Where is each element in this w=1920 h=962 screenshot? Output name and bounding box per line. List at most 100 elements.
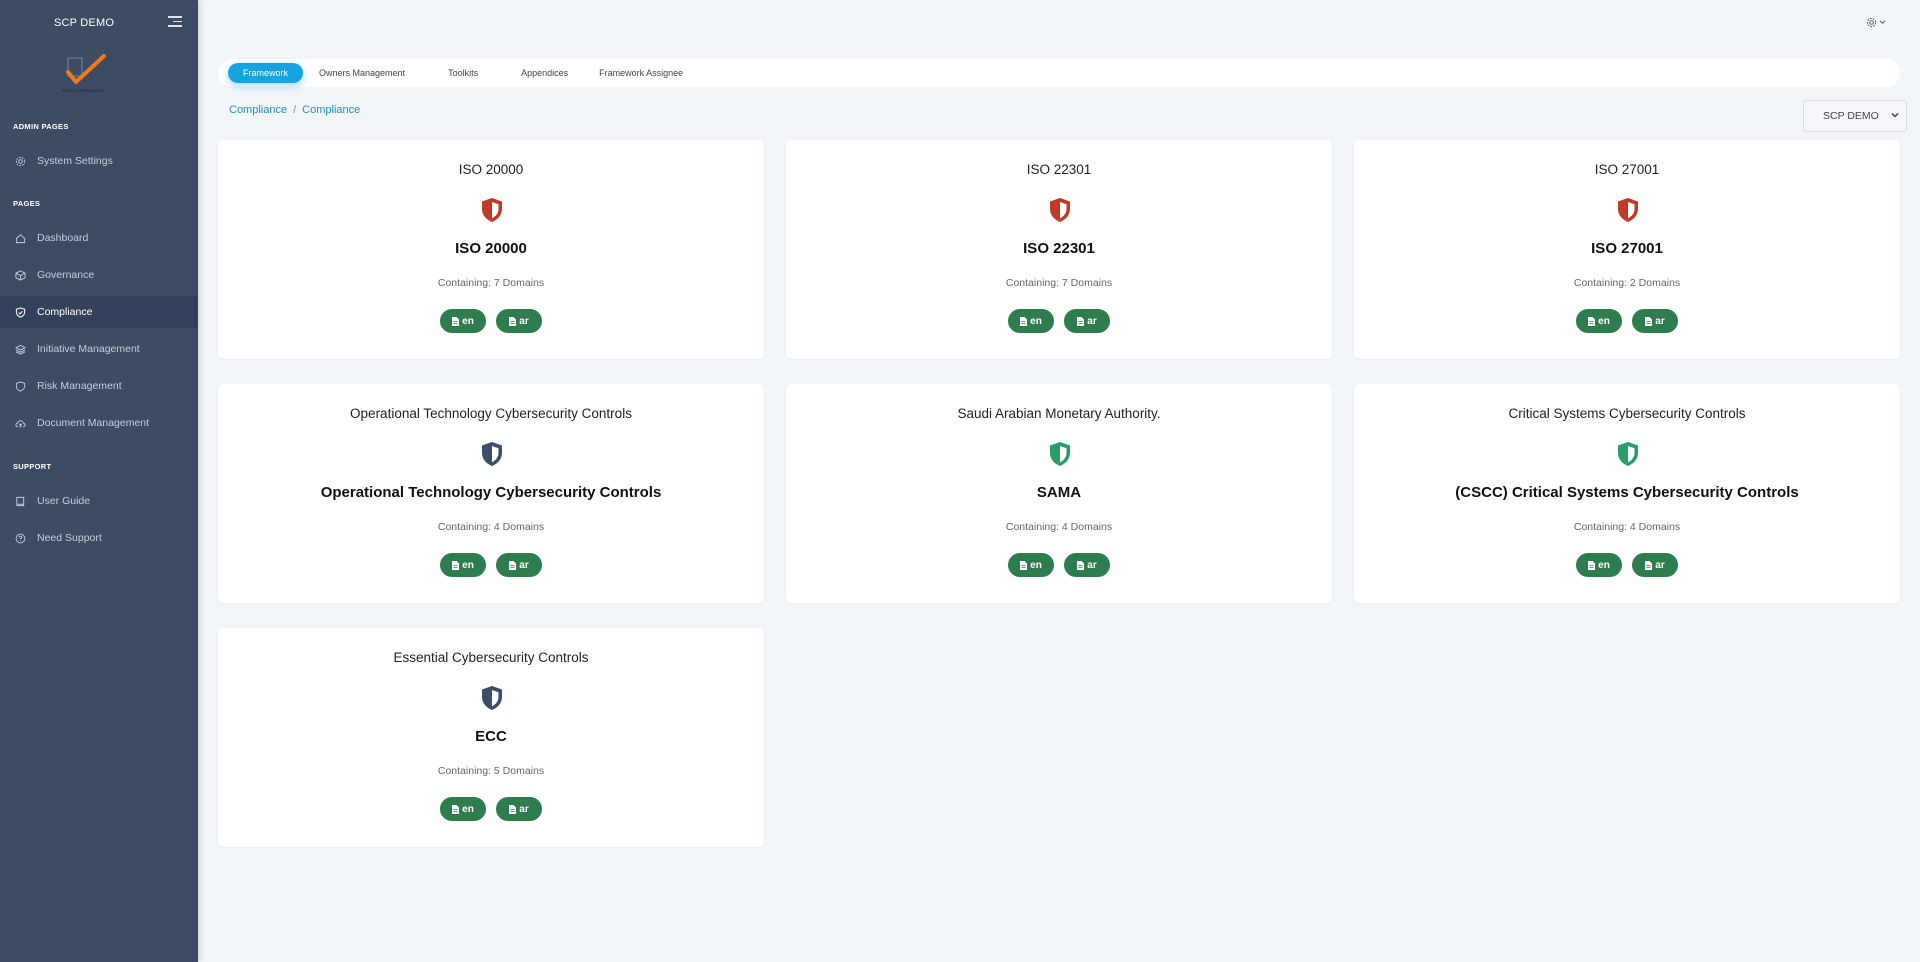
tab-toolkits[interactable]: Toolkits bbox=[433, 63, 493, 83]
framework-card-name: SAMA bbox=[1036, 484, 1082, 501]
download-en-button[interactable]: en bbox=[440, 553, 486, 577]
breadcrumb-separator: / bbox=[293, 104, 297, 116]
framework-card-title: Saudi Arabian Monetary Authority. bbox=[957, 406, 1161, 421]
download-ar-label: ar bbox=[1655, 315, 1665, 327]
download-en-button[interactable]: en bbox=[440, 309, 486, 333]
shield-icon bbox=[482, 198, 502, 222]
gear-icon bbox=[1866, 17, 1877, 27]
sidebar-item-label: Risk Management bbox=[37, 380, 122, 392]
breadcrumb: Compliance / Compliance bbox=[229, 104, 360, 116]
download-en-button[interactable]: en bbox=[1008, 309, 1054, 333]
download-ar-button[interactable]: ar bbox=[1632, 553, 1678, 577]
framework-card-title: ISO 20000 bbox=[458, 162, 524, 177]
framework-card-name: ECC bbox=[475, 728, 507, 745]
organization-select[interactable]: SCP DEMO bbox=[1803, 100, 1907, 132]
sidebar-item-user-guide[interactable]: User Guide bbox=[0, 485, 198, 517]
framework-card[interactable]: ISO 27001 ISO 27001 Containing: 2 Domain… bbox=[1354, 140, 1900, 359]
sidebar-item-label: Dashboard bbox=[37, 232, 89, 244]
download-ar-button[interactable]: ar bbox=[1064, 309, 1110, 333]
logo-text: SAFE COMPLIANCE bbox=[62, 88, 104, 93]
home-icon bbox=[15, 233, 26, 244]
box-icon bbox=[15, 269, 26, 281]
file-icon bbox=[509, 316, 517, 326]
download-en-button[interactable]: en bbox=[1576, 309, 1622, 333]
shield-icon bbox=[482, 686, 502, 710]
download-ar-label: ar bbox=[1087, 559, 1097, 571]
framework-card[interactable]: Essential Cybersecurity Controls ECC Con… bbox=[218, 628, 764, 847]
shield-icon bbox=[1050, 442, 1070, 466]
framework-card-actions: en ar bbox=[1354, 553, 1900, 577]
framework-domain-count: Containing: 7 Domains bbox=[437, 277, 545, 289]
download-en-label: en bbox=[1598, 315, 1610, 327]
framework-card-name: ISO 20000 bbox=[455, 240, 527, 257]
sidebar-item-label: Document Management bbox=[37, 417, 150, 429]
file-icon bbox=[1020, 316, 1028, 326]
file-icon bbox=[1588, 316, 1596, 326]
download-en-button[interactable]: en bbox=[1576, 553, 1622, 577]
framework-card-name: (CSCC) Critical Systems Cybersecurity Co… bbox=[1455, 484, 1799, 501]
section-support: SUPPORT bbox=[13, 462, 52, 471]
framework-card-name: Operational Technology Cybersecurity Con… bbox=[320, 484, 662, 501]
sidebar-item-compliance[interactable]: Compliance bbox=[0, 296, 198, 328]
download-ar-button[interactable]: ar bbox=[1064, 553, 1110, 577]
framework-card[interactable]: Operational Technology Cybersecurity Con… bbox=[218, 384, 764, 603]
sidebar: SCP DEMO SAFE COMPLIANCE ADMIN PAGES Sys… bbox=[0, 0, 198, 962]
file-icon bbox=[509, 560, 517, 570]
section-admin: ADMIN PAGES bbox=[13, 122, 69, 131]
file-icon bbox=[1077, 316, 1085, 326]
download-ar-button[interactable]: ar bbox=[1632, 309, 1678, 333]
download-ar-label: ar bbox=[1655, 559, 1665, 571]
download-ar-button[interactable]: ar bbox=[496, 797, 542, 821]
file-icon bbox=[452, 316, 460, 326]
sidebar-header: SCP DEMO bbox=[0, 0, 198, 46]
file-icon bbox=[1645, 560, 1653, 570]
tab-appendices[interactable]: Appendices bbox=[506, 63, 583, 83]
breadcrumb-current[interactable]: Compliance bbox=[302, 104, 360, 116]
sidebar-item-document-management[interactable]: Document Management bbox=[0, 407, 198, 439]
download-en-label: en bbox=[462, 803, 474, 815]
organization-select-value: SCP DEMO bbox=[1823, 110, 1879, 122]
framework-card[interactable]: ISO 20000 ISO 20000 Containing: 7 Domain… bbox=[218, 140, 764, 359]
sidebar-item-risk-management[interactable]: Risk Management bbox=[0, 370, 198, 402]
gear-icon bbox=[15, 156, 26, 167]
sidebar-item-governance[interactable]: Governance bbox=[0, 259, 198, 291]
sidebar-item-dashboard[interactable]: Dashboard bbox=[0, 222, 198, 254]
download-en-label: en bbox=[1030, 315, 1042, 327]
download-ar-label: ar bbox=[519, 559, 529, 571]
breadcrumb-link[interactable]: Compliance bbox=[229, 104, 287, 116]
file-icon bbox=[1588, 560, 1596, 570]
download-en-button[interactable]: en bbox=[1008, 553, 1054, 577]
sidebar-item-system-settings[interactable]: System Settings bbox=[0, 145, 198, 177]
settings-dropdown[interactable] bbox=[1866, 15, 1888, 29]
tab-framework-assignee[interactable]: Framework Assignee bbox=[584, 63, 698, 83]
sidebar-item-need-support[interactable]: Need Support bbox=[0, 522, 198, 554]
tab-owners-management[interactable]: Owners Management bbox=[304, 63, 420, 83]
framework-card-actions: en ar bbox=[218, 309, 764, 333]
menu-toggle-icon[interactable] bbox=[168, 16, 182, 28]
sidebar-item-label: Need Support bbox=[37, 532, 102, 544]
file-icon bbox=[452, 560, 460, 570]
framework-domain-count: Containing: 4 Domains bbox=[1005, 521, 1113, 533]
chevron-down-icon bbox=[1879, 20, 1886, 25]
file-icon bbox=[509, 804, 517, 814]
shield-icon bbox=[1618, 198, 1638, 222]
sidebar-item-label: System Settings bbox=[37, 155, 113, 167]
framework-card-title: Essential Cybersecurity Controls bbox=[393, 650, 589, 665]
tab-framework[interactable]: Framework bbox=[228, 63, 304, 83]
framework-card[interactable]: Critical Systems Cybersecurity Controls … bbox=[1354, 384, 1900, 603]
download-ar-button[interactable]: ar bbox=[496, 309, 542, 333]
framework-card-name: ISO 27001 bbox=[1591, 240, 1663, 257]
download-en-button[interactable]: en bbox=[440, 797, 486, 821]
framework-card-actions: en ar bbox=[786, 553, 1332, 577]
download-ar-label: ar bbox=[1087, 315, 1097, 327]
sidebar-item-initiative-management[interactable]: Initiative Management bbox=[0, 333, 198, 365]
download-ar-button[interactable]: ar bbox=[496, 553, 542, 577]
framework-card[interactable]: ISO 22301 ISO 22301 Containing: 7 Domain… bbox=[786, 140, 1332, 359]
book-icon bbox=[15, 496, 26, 507]
file-icon bbox=[452, 804, 460, 814]
framework-card[interactable]: Saudi Arabian Monetary Authority. SAMA C… bbox=[786, 384, 1332, 603]
framework-domain-count: Containing: 2 Domains bbox=[1573, 277, 1681, 289]
file-icon bbox=[1077, 560, 1085, 570]
framework-card-actions: en ar bbox=[786, 309, 1332, 333]
app-title: SCP DEMO bbox=[54, 17, 115, 29]
